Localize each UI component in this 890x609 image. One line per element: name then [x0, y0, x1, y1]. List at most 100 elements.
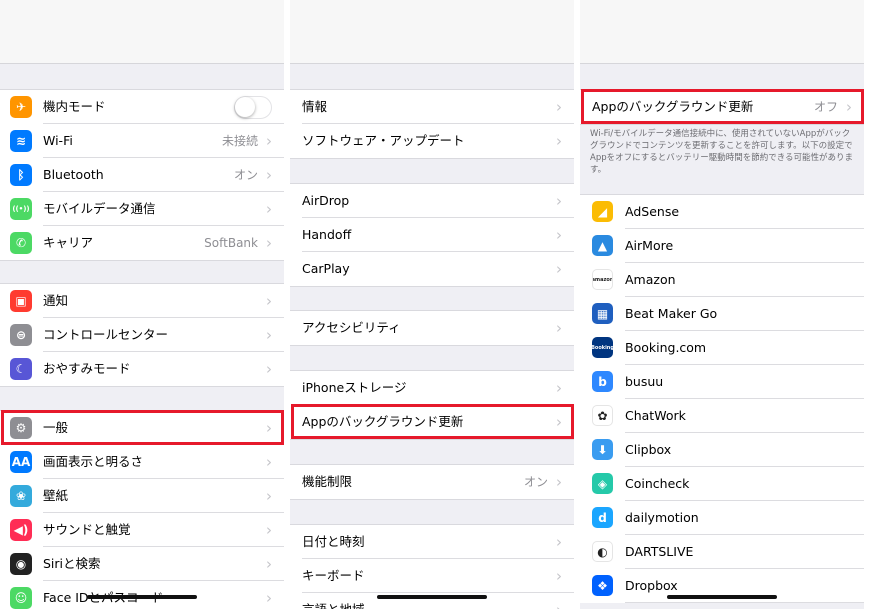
bluetooth-icon: ᛒ	[10, 164, 32, 186]
settings-label: 機内モード	[43, 99, 106, 114]
general-group-accessibility: アクセシビリティ ›	[290, 310, 574, 346]
dartslive-icon: ◐	[592, 541, 613, 562]
chatwork-icon: ✿	[592, 405, 613, 426]
app-row[interactable]: ◢ AdSense	[580, 195, 864, 229]
chevron-right-icon: ›	[266, 555, 272, 573]
app-row[interactable]: Booking Booking.com	[580, 331, 864, 365]
general-row-1[interactable]: ソフトウェア・アップデート ›	[290, 124, 574, 158]
app-label: busuu	[625, 374, 664, 389]
app-row[interactable]: b busuu	[580, 365, 864, 399]
notifications-icon: ▣	[10, 290, 32, 312]
app-label: DARTSLIVE	[625, 544, 694, 559]
phone-icon: ✆	[10, 232, 32, 254]
settings-label: 壁紙	[43, 488, 69, 503]
background-refresh-label: Appのバックグラウンド更新	[592, 99, 754, 114]
settings-row-4[interactable]: ✆ キャリア SoftBank ›	[0, 226, 284, 260]
app-label: AdSense	[625, 204, 680, 219]
app-label: Booking.com	[625, 340, 707, 355]
app-row[interactable]: ▲ AirMore	[580, 229, 864, 263]
home-indicator	[87, 595, 197, 599]
chevron-right-icon: ›	[556, 473, 562, 491]
chevron-right-icon: ›	[556, 260, 562, 278]
settings-row-0[interactable]: ⚙ 一般 ›	[0, 411, 284, 445]
settings-label: キャリア	[43, 235, 94, 250]
app-row[interactable]: amazon Amazon	[580, 263, 864, 297]
general-row-1[interactable]: Appのバックグラウンド更新 ›	[290, 405, 574, 439]
settings-panel-background-refresh: Appのバックグラウンド更新 オフ › Wi-Fi/モバイルデータ通信接続中に、…	[580, 0, 864, 609]
chevron-right-icon: ›	[266, 166, 272, 184]
general-label: AirDrop	[302, 193, 350, 208]
chevron-right-icon: ›	[556, 226, 562, 244]
settings-value: オン	[233, 168, 258, 182]
app-label: dailymotion	[625, 510, 699, 525]
general-row-0[interactable]: iPhoneストレージ ›	[290, 371, 574, 405]
chevron-right-icon: ›	[266, 132, 272, 150]
home-indicator	[667, 595, 777, 599]
settings-row-2[interactable]: ☾ おやすみモード ›	[0, 352, 284, 386]
settings-row-1[interactable]: ≋ Wi-Fi 未接続 ›	[0, 124, 284, 158]
settings-row-0[interactable]: ▣ 通知 ›	[0, 284, 284, 318]
wallpaper-icon: ❀	[10, 485, 32, 507]
settings-row-3[interactable]: ◀) サウンドと触覚 ›	[0, 513, 284, 547]
amazon-icon: amazon	[592, 269, 613, 290]
settings-group-general: ⚙ 一般 › AA 画面表示と明るさ › ❀ 壁紙 › ◀) サウンドと触覚 › ◉ Siriと検索 › ☺ F…	[0, 410, 284, 609]
general-row-1[interactable]: キーボード ›	[290, 559, 574, 593]
chevron-right-icon: ›	[266, 589, 272, 607]
settings-row-0[interactable]: ✈ 機内モード	[0, 90, 284, 124]
airplane-mode-toggle[interactable]	[234, 96, 272, 119]
chevron-right-icon: ›	[266, 292, 272, 310]
chevron-right-icon: ›	[266, 360, 272, 378]
airmore-icon: ▲	[592, 235, 613, 256]
control-center-icon: ⊜	[10, 324, 32, 346]
app-row[interactable]: ◈ Coincheck	[580, 467, 864, 501]
general-label: アクセシビリティ	[302, 320, 401, 335]
moon-icon: ☾	[10, 358, 32, 380]
home-indicator	[377, 595, 487, 599]
chevron-right-icon: ›	[556, 319, 562, 337]
app-row[interactable]: d dailymotion	[580, 501, 864, 535]
settings-label: Bluetooth	[43, 167, 104, 182]
general-row-2[interactable]: CarPlay ›	[290, 252, 574, 286]
settings-row-1[interactable]: AA 画面表示と明るさ ›	[0, 445, 284, 479]
general-group-storage: iPhoneストレージ › Appのバックグラウンド更新 ›	[290, 370, 574, 440]
beatmaker-icon: ▦	[592, 303, 613, 324]
settings-label: おやすみモード	[43, 361, 131, 376]
settings-row-2[interactable]: ᛒ Bluetooth オン ›	[0, 158, 284, 192]
settings-value: SoftBank	[204, 236, 258, 250]
background-refresh-row[interactable]: Appのバックグラウンド更新 オフ ›	[580, 90, 864, 124]
airplane-icon: ✈	[10, 96, 32, 118]
dailymotion-icon: d	[592, 507, 613, 528]
general-row-0[interactable]: 日付と時刻 ›	[290, 525, 574, 559]
general-row-0[interactable]: アクセシビリティ ›	[290, 311, 574, 345]
app-row[interactable]: ⬇ Clipbox	[580, 433, 864, 467]
adsense-icon: ◢	[592, 201, 613, 222]
chevron-right-icon: ›	[266, 487, 272, 505]
app-row[interactable]: ▦ Beat Maker Go	[580, 297, 864, 331]
general-row-0[interactable]: AirDrop ›	[290, 184, 574, 218]
settings-group-connectivity: ✈ 機内モード ≋ Wi-Fi 未接続 › ᛒ Bluetooth オン › ((•)) モバイルデー…	[0, 89, 284, 261]
app-label: AirMore	[625, 238, 674, 253]
general-label: 機能制限	[302, 474, 353, 489]
app-row[interactable]: ◐ DARTSLIVE	[580, 535, 864, 569]
app-label: Coincheck	[625, 476, 690, 491]
faceid-icon: ☺	[10, 587, 32, 609]
general-label: 言語と地域	[302, 593, 365, 609]
settings-row-4[interactable]: ◉ Siriと検索 ›	[0, 547, 284, 581]
settings-label: 通知	[43, 293, 69, 308]
chevron-right-icon: ›	[556, 132, 562, 150]
general-row-0[interactable]: 機能制限 オン ›	[290, 465, 574, 499]
settings-row-3[interactable]: ((•)) モバイルデータ通信 ›	[0, 192, 284, 226]
general-row-0[interactable]: 情報 ›	[290, 90, 574, 124]
app-row[interactable]: ✿ ChatWork	[580, 399, 864, 433]
row-separator	[625, 602, 864, 603]
chevron-right-icon: ›	[266, 419, 272, 437]
general-label: 日付と時刻	[302, 534, 365, 549]
nav-bar	[580, 0, 864, 64]
settings-row-1[interactable]: ⊜ コントロールセンター ›	[0, 318, 284, 352]
chevron-right-icon: ›	[556, 533, 562, 551]
chevron-right-icon: ›	[846, 98, 852, 116]
settings-row-2[interactable]: ❀ 壁紙 ›	[0, 479, 284, 513]
general-value: オン	[523, 475, 548, 489]
chevron-right-icon: ›	[266, 453, 272, 471]
general-row-1[interactable]: Handoff ›	[290, 218, 574, 252]
